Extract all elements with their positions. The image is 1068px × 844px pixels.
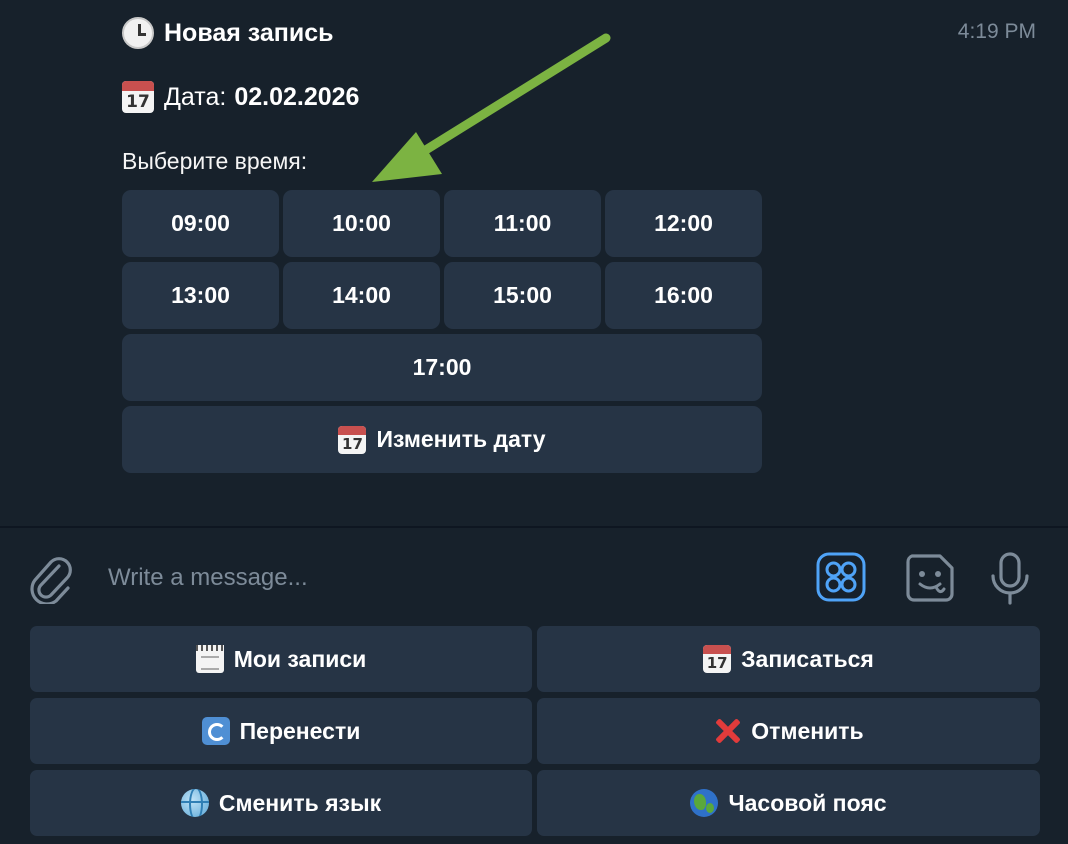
- my-bookings-button[interactable]: Мои записи: [30, 626, 532, 692]
- change-date-button[interactable]: 17 Изменить дату: [122, 406, 762, 473]
- date-label: Дата:: [164, 82, 227, 111]
- change-language-button[interactable]: Сменить язык: [30, 770, 532, 836]
- timezone-button[interactable]: Часовой пояс: [537, 770, 1040, 836]
- time-slot-button[interactable]: 14:00: [283, 262, 440, 329]
- sticker-icon[interactable]: [902, 550, 958, 606]
- my-bookings-label: Мои записи: [233, 645, 367, 672]
- reply-keyboard: Мои записи 17 Записаться Перенести Отмен…: [0, 626, 1068, 844]
- change-language-label: Сменить язык: [218, 789, 382, 816]
- time-slot-button[interactable]: 10:00: [283, 190, 440, 257]
- earth-icon: [690, 789, 719, 817]
- clock-icon: [122, 17, 154, 49]
- cancel-label: Отменить: [751, 717, 864, 744]
- time-slot-button[interactable]: 09:00: [122, 190, 279, 257]
- microphone-icon[interactable]: [988, 550, 1032, 606]
- paperclip-icon[interactable]: [26, 552, 74, 604]
- time-slot-button[interactable]: 11:00: [444, 190, 601, 257]
- reschedule-label: Перенести: [239, 717, 361, 744]
- time-slot-button[interactable]: 13:00: [122, 262, 279, 329]
- calendar-icon: 17: [338, 425, 367, 454]
- time-slot-button[interactable]: 16:00: [605, 262, 762, 329]
- cross-icon: [713, 717, 741, 745]
- reschedule-button[interactable]: Перенести: [30, 698, 532, 764]
- bot-commands-icon[interactable]: [816, 552, 866, 602]
- calendar-icon: 17: [703, 645, 732, 673]
- cancel-button[interactable]: Отменить: [537, 698, 1040, 764]
- message-title-text: Новая запись: [164, 18, 334, 47]
- change-date-label: Изменить дату: [376, 426, 546, 452]
- globe-icon: [180, 789, 209, 817]
- message-input-bar: [0, 528, 1068, 626]
- time-prompt: Выберите время:: [122, 147, 308, 174]
- message-input[interactable]: [108, 558, 788, 598]
- calendar-icon: 17: [122, 81, 154, 113]
- time-slot-button[interactable]: 17:00: [122, 334, 762, 401]
- time-slot-button[interactable]: 12:00: [605, 190, 762, 257]
- annotation-arrow-icon: [372, 33, 611, 182]
- book-label: Записаться: [741, 645, 874, 672]
- message-timestamp: 4:19 PM: [957, 20, 1036, 43]
- book-button[interactable]: 17 Записаться: [537, 626, 1040, 692]
- refresh-icon: [201, 717, 230, 745]
- time-slot-button[interactable]: 15:00: [444, 262, 601, 329]
- message-title: Новая запись: [122, 14, 334, 52]
- notepad-icon: [195, 645, 224, 673]
- message-date: 17 Дата: 02.02.2026: [122, 78, 359, 116]
- chat-area: Новая запись 4:19 PM 17 Дата: 02.02.2026…: [0, 0, 1068, 526]
- date-value: 02.02.2026: [234, 82, 360, 111]
- timezone-label: Часовой пояс: [728, 789, 887, 816]
